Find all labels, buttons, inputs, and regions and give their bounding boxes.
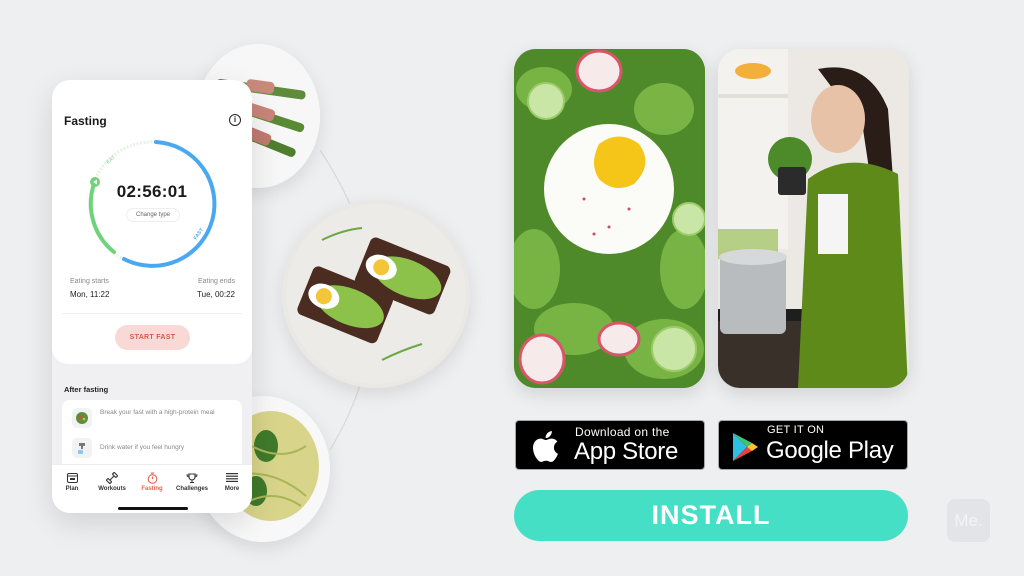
salad-bowl-icon <box>72 408 92 428</box>
google-play-big-text: Google Play <box>766 437 894 464</box>
tip-item[interactable]: Drink water if you feel hungry <box>72 438 230 458</box>
install-button[interactable]: INSTALL <box>514 490 908 541</box>
google-play-logo-icon <box>733 433 758 461</box>
menu-icon <box>212 471 252 484</box>
google-play-badge[interactable]: GET IT ON Google Play <box>718 420 908 470</box>
eat-ring-label: EAT <box>105 155 116 166</box>
tab-workouts[interactable]: Workouts <box>92 471 132 492</box>
fasting-progress-ring: EAT FAST <box>88 140 217 268</box>
photo-woman-cooking <box>718 49 909 388</box>
tip-text: Drink water if you feel hungry <box>100 444 185 451</box>
divider <box>62 313 242 314</box>
tab-fasting[interactable]: Fasting <box>132 471 172 492</box>
brand-logo: Me. <box>947 499 990 542</box>
home-indicator <box>118 507 188 510</box>
tip-item[interactable]: Break your fast with a high-protein meal <box>72 408 230 428</box>
tip-text: Break your fast with a high-protein meal <box>100 409 215 416</box>
app-store-small-text: Download on the <box>575 425 670 439</box>
eating-ends-label: Eating ends <box>198 278 235 285</box>
eating-starts-label: Eating starts <box>70 278 109 285</box>
tab-plan[interactable]: Plan <box>52 471 92 492</box>
calendar-icon <box>52 471 92 484</box>
food-plate-avocado-toast <box>282 200 470 388</box>
change-type-button[interactable]: Change type <box>126 208 180 222</box>
water-tap-icon <box>72 438 92 458</box>
google-play-small-text: GET IT ON <box>767 424 825 436</box>
tab-more[interactable]: More <box>212 471 252 492</box>
eating-ends-value: Tue, 00:22 <box>197 290 235 299</box>
fasting-timer: 02:56:01 <box>116 182 188 201</box>
trophy-icon <box>172 471 212 484</box>
dumbbell-icon <box>92 471 132 484</box>
start-fast-button[interactable]: START FAST <box>115 325 190 350</box>
after-fasting-title: After fasting <box>64 385 109 394</box>
app-store-badge[interactable]: Download on the App Store <box>515 420 705 470</box>
photo-poached-egg-salad <box>514 49 705 388</box>
page-title: Fasting <box>64 114 107 128</box>
bottom-tab-bar: Plan Workouts Fasting Challenges More <box>52 464 252 513</box>
fast-arc <box>122 140 217 268</box>
info-icon[interactable]: i <box>229 114 241 126</box>
app-store-big-text: App Store <box>574 438 679 465</box>
phone-mockup: Fasting i EAT FAST 02:56:01 Change type … <box>52 80 252 513</box>
eating-starts-value: Mon, 11:22 <box>70 290 110 299</box>
tab-challenges[interactable]: Challenges <box>172 471 212 492</box>
apple-logo-icon <box>533 431 558 462</box>
fasting-card: Fasting i EAT FAST 02:56:01 Change type … <box>52 80 252 364</box>
stopwatch-icon <box>132 471 172 484</box>
